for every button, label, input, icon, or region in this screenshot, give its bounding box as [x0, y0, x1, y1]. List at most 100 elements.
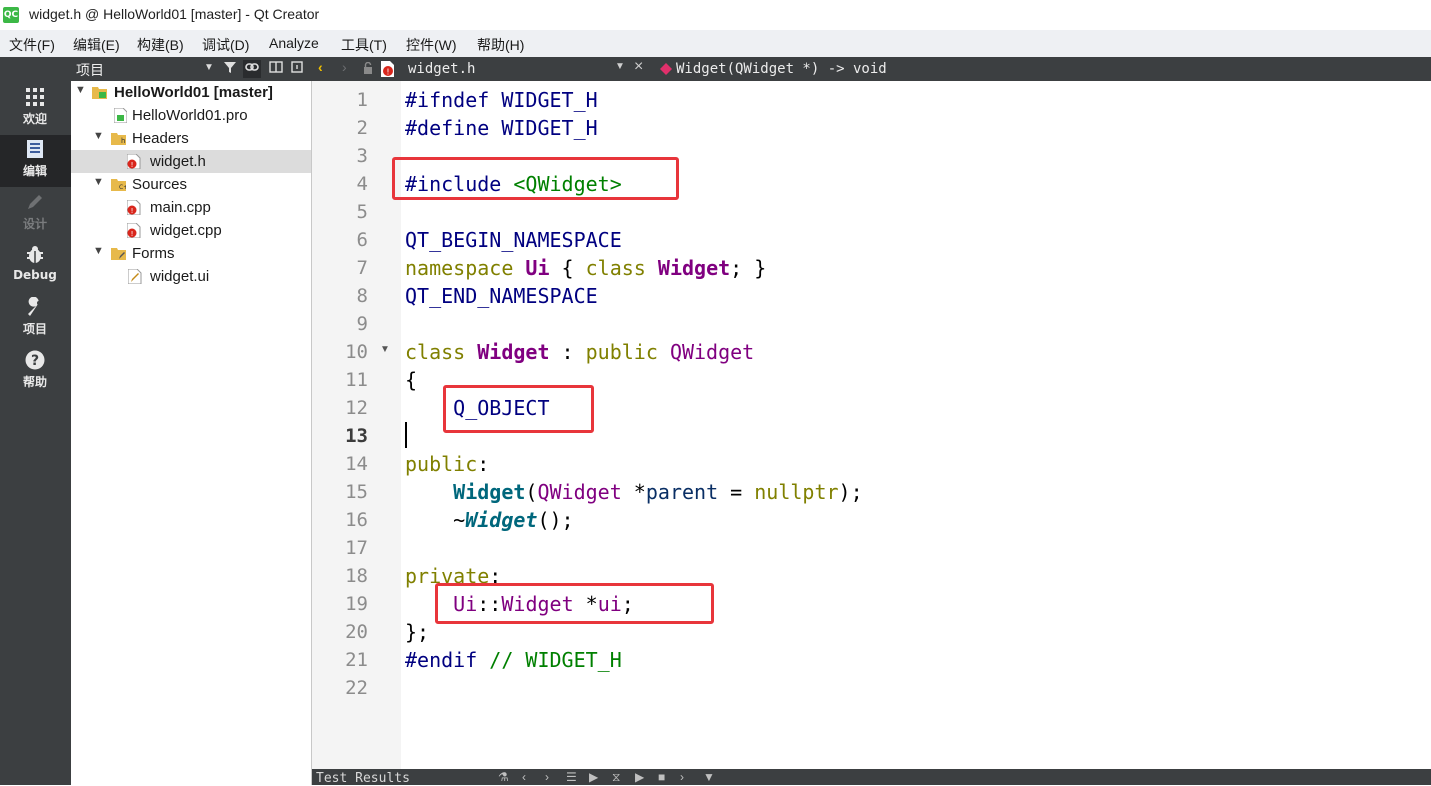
play-icon[interactable]: ▶: [589, 770, 598, 784]
line-number: 21: [345, 649, 368, 671]
line-number: 20: [345, 621, 368, 643]
line-number: 15: [345, 481, 368, 503]
folder-icon: h: [111, 131, 126, 146]
mode-welcome[interactable]: 欢迎: [0, 83, 71, 135]
menu-controls[interactable]: 控件(W): [406, 35, 457, 55]
mode-projects-label: 项目: [22, 322, 47, 336]
symbol-selector[interactable]: Widget(QWidget *) -> void: [676, 61, 887, 77]
mode-debug-label: Debug: [13, 268, 57, 282]
mode-debug[interactable]: Debug: [0, 241, 71, 293]
svg-text:C+: C+: [119, 184, 126, 191]
tree-item-forms[interactable]: ▼ Forms: [71, 242, 311, 265]
run-file-icon[interactable]: ▶: [635, 770, 644, 784]
project-panel-toolbar: 项目 ▼: [71, 57, 312, 81]
code-line-6: QT_BEGIN_NAMESPACE: [405, 228, 622, 252]
expand-arrow-icon[interactable]: ▼: [75, 84, 86, 96]
lock-icon: [363, 61, 373, 77]
tree-item-headers[interactable]: ▼ h Headers: [71, 127, 311, 150]
code-line-1: #ifndef WIDGET_H: [405, 88, 598, 112]
window-title: widget.h @ HelloWorld01 [master] - Qt Cr…: [29, 6, 320, 22]
filter-icon[interactable]: ▼: [703, 770, 715, 784]
bug-icon: [25, 245, 45, 267]
menu-file[interactable]: 文件(F): [9, 35, 55, 55]
output-pane-bar: Test Results ⚗ ‹ › ☰ ▶ ⧖ ▶ ■ › ▼: [312, 769, 1431, 786]
code-line-20: };: [405, 620, 430, 644]
highlight-box-include: [392, 157, 679, 200]
grid-icon: [25, 87, 45, 109]
line-number: 16: [345, 509, 368, 531]
tree-item-widget-h[interactable]: ! widget.h: [71, 150, 311, 173]
expand-arrow-icon[interactable]: ▼: [93, 130, 104, 142]
close-sidebar-icon[interactable]: [288, 60, 306, 78]
chevron-down-icon[interactable]: ▼: [615, 61, 625, 72]
tree-item-label: widget.h: [150, 153, 206, 170]
expand-icon[interactable]: ›: [680, 770, 684, 784]
function-symbol-icon: [660, 62, 672, 78]
help-icon: ?: [25, 350, 45, 372]
line-number: 22: [345, 677, 368, 699]
chevron-down-icon[interactable]: ▼: [204, 62, 214, 73]
split-icon[interactable]: [267, 60, 285, 78]
tree-item-label: HelloWorld01 [master]: [114, 84, 273, 101]
line-number: 10: [345, 341, 368, 363]
current-file-selector[interactable]: widget.h: [408, 61, 475, 77]
expand-arrow-icon[interactable]: ▼: [93, 245, 104, 257]
line-number: 4: [356, 173, 368, 195]
forward-arrow-icon[interactable]: ›: [342, 59, 347, 75]
pro-file-icon: [113, 107, 128, 124]
menu-debug[interactable]: 调试(D): [202, 35, 249, 55]
output-pane-title[interactable]: Test Results: [316, 771, 410, 786]
run-tests-icon[interactable]: ⚗: [498, 770, 509, 784]
tree-item-label: Forms: [132, 245, 175, 262]
code-line-16: ~Widget();: [405, 508, 574, 532]
tree-item-label: Headers: [132, 130, 189, 147]
tree-item-main-cpp[interactable]: ! main.cpp: [71, 196, 311, 219]
next-icon[interactable]: ›: [545, 770, 549, 784]
project-view-selector[interactable]: 项目: [76, 60, 104, 80]
mode-selector: 欢迎 编辑 设计 Debug 项目 ? 帮助: [0, 57, 71, 785]
tree-item-project[interactable]: ▼ HelloWorld01 [master]: [71, 81, 311, 104]
menu-analyze[interactable]: Analyze: [269, 35, 319, 51]
mode-edit[interactable]: 编辑: [0, 135, 71, 187]
code-line-14: public:: [405, 452, 490, 476]
mode-welcome-label: 欢迎: [22, 112, 47, 126]
list-icon[interactable]: ☰: [566, 770, 577, 784]
line-number: 8: [356, 285, 368, 307]
line-number: 2: [356, 117, 368, 139]
mode-projects[interactable]: 项目: [0, 293, 71, 345]
tree-item-widget-ui[interactable]: widget.ui: [71, 265, 311, 288]
highlight-box-qobject: [443, 385, 594, 433]
svg-text:!: !: [131, 230, 134, 238]
tree-item-sources[interactable]: ▼ C+ Sources: [71, 173, 311, 196]
tree-item-label: widget.ui: [150, 268, 210, 285]
wrench-icon: [25, 296, 45, 319]
tree-item-widget-cpp[interactable]: ! widget.cpp: [71, 219, 311, 242]
filter-icon[interactable]: [221, 60, 239, 78]
line-number: 14: [345, 453, 368, 475]
fold-arrow-icon[interactable]: ▼: [380, 344, 390, 355]
menu-build[interactable]: 构建(B): [137, 35, 184, 55]
stop-icon[interactable]: ■: [658, 770, 665, 784]
run-selected-icon[interactable]: ⧖: [612, 770, 620, 785]
menu-help[interactable]: 帮助(H): [477, 35, 524, 55]
svg-text:h: h: [121, 137, 125, 145]
menu-tools[interactable]: 工具(T): [341, 35, 387, 55]
folder-icon: [111, 246, 126, 261]
back-arrow-icon[interactable]: ‹: [318, 59, 323, 75]
close-icon[interactable]: ×: [634, 58, 643, 76]
menu-edit[interactable]: 编辑(E): [73, 35, 120, 55]
line-number: 18: [345, 565, 368, 587]
tree-item-pro-file[interactable]: HelloWorld01.pro: [71, 104, 311, 127]
title-bar: QC widget.h @ HelloWorld01 [master] - Qt…: [0, 0, 1431, 30]
highlight-box-ui-member: [435, 583, 714, 624]
prev-icon[interactable]: ‹: [522, 770, 526, 784]
code-line-15: Widget(QWidget *parent = nullptr);: [453, 480, 863, 504]
mode-help[interactable]: ? 帮助: [0, 346, 71, 398]
link-icon[interactable]: [243, 60, 261, 78]
header-file-icon: !: [126, 153, 141, 170]
mode-design[interactable]: 设计: [0, 188, 71, 240]
tree-item-label: widget.cpp: [150, 222, 222, 239]
code-line-8: QT_END_NAMESPACE: [405, 284, 598, 308]
line-number: 11: [345, 369, 368, 391]
expand-arrow-icon[interactable]: ▼: [93, 176, 104, 188]
